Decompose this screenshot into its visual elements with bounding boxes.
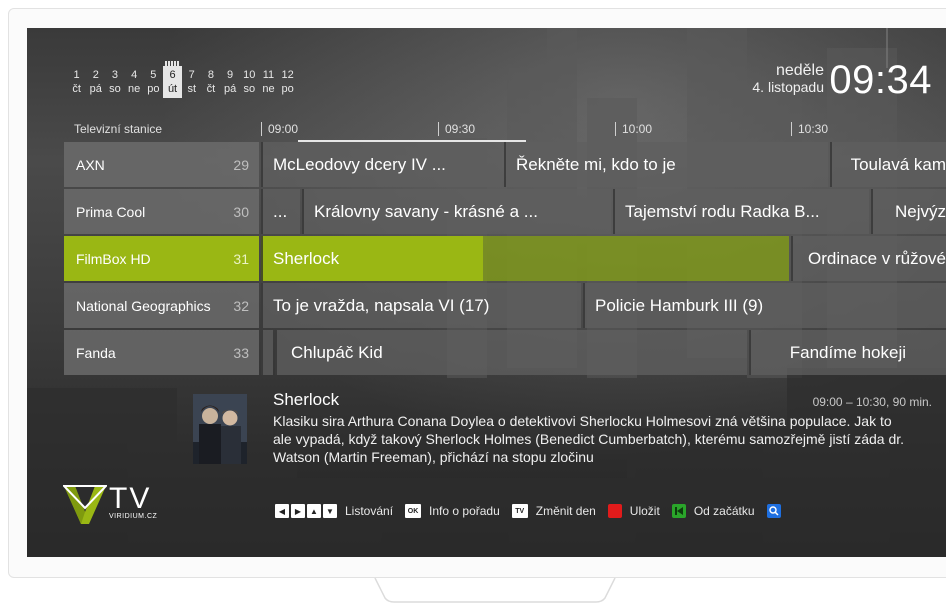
date-item[interactable]: 1 čt [67, 66, 86, 98]
date-item[interactable]: 8 čt [201, 66, 220, 98]
viridium-tv-logo: TV VIRIDIUM.CZ [63, 480, 173, 528]
blue-search-key-icon [766, 504, 781, 518]
legend-browse-label: Listování [345, 504, 394, 518]
program-cell[interactable]: ... [261, 189, 300, 234]
channel-number: 31 [233, 250, 249, 267]
channel-row: Prima Cool 30 ... Královny savany - krás… [64, 189, 946, 234]
date-item[interactable]: 10 so [240, 66, 259, 98]
channel-name: AXN [76, 156, 105, 173]
program-cell[interactable]: McLeodovy dcery IV ... [261, 142, 502, 187]
channel-axn[interactable]: AXN 29 [64, 142, 259, 187]
program-detail-description: Klasiku sira Arthura Conana Doylea o det… [273, 413, 905, 465]
channel-filmbox-hd[interactable]: FilmBox HD 31 [64, 236, 259, 281]
channel-row: National Geographics 32 To je vražda, na… [64, 283, 946, 328]
channel-name: Prima Cool [76, 203, 146, 220]
legend-info-label: Info o pořadu [429, 504, 500, 518]
program-cell[interactable]: Toulavá kam [830, 142, 946, 187]
date-item[interactable]: 3 so [105, 66, 124, 98]
program-cell[interactable]: Královny savany - krásné a ... [302, 189, 611, 234]
program-cell[interactable]: Řekněte mi, kdo to je [504, 142, 828, 187]
current-weekday: neděle [775, 62, 824, 79]
arrow-down-key-icon: ▼ [323, 504, 337, 518]
channel-row: Fanda 33 Chlupáč Kid Fandíme hokeji [64, 330, 946, 375]
arrow-left-key-icon: ◀ [275, 504, 289, 518]
program-cell[interactable]: To je vražda, napsala VI (17) [261, 283, 581, 328]
channel-number: 30 [233, 203, 249, 220]
legend-save-label: Uložit [629, 504, 660, 518]
date-item[interactable]: 4 ne [125, 66, 144, 98]
logo-subtext: VIRIDIUM.CZ [109, 513, 158, 520]
program-title: Sherlock [273, 249, 340, 268]
date-item[interactable]: 7st [182, 66, 201, 98]
program-detail-title: Sherlock [273, 390, 340, 409]
date-item[interactable]: 9 pá [221, 66, 240, 98]
program-cell[interactable]: Chlupáč Kid [275, 330, 747, 375]
program-cell[interactable]: Policie Hamburk III (9) [583, 283, 946, 328]
channel-name: Fanda [76, 344, 116, 361]
program-cell[interactable]: Ordinace v růžové [791, 236, 946, 281]
date-item[interactable]: 11 ne [259, 66, 278, 98]
date-selector: 1 čt 2 pá 3 so 4 ne 5 po 6 út 7st 8 čt 9 pá 10 so… [67, 61, 297, 98]
channel-name: FilmBox HD [76, 250, 151, 267]
program-cell[interactable] [261, 330, 273, 375]
program-cell-selected[interactable]: Sherlock [261, 236, 789, 281]
channel-row: AXN 29 McLeodovy dcery IV ... Řekněte mi… [64, 142, 946, 187]
time-mark: 09:30 [438, 122, 475, 136]
channel-row-selected: FilmBox HD 31 Sherlock Ordinace v růžové [64, 236, 946, 281]
date-item[interactable]: 12 po [278, 66, 297, 98]
current-date: neděle 4. listopadu [752, 62, 824, 96]
timeline-header: Televizní stanice 09:00 09:30 10:00 10:3… [64, 119, 946, 142]
logo-text: TV [109, 482, 152, 515]
channel-national-geographics[interactable]: National Geographics 32 [64, 283, 259, 328]
program-cell[interactable]: Fandíme hokeji [749, 330, 946, 375]
current-day-month: 4. listopadu [752, 79, 824, 95]
program-thumbnail [193, 394, 247, 464]
arrow-right-key-icon: ▶ [291, 504, 305, 518]
tv-screen: 1 čt 2 pá 3 so 4 ne 5 po 6 út 7st 8 čt 9 pá 10 so… [27, 28, 946, 557]
program-detail-time: 09:00 – 10:30, 90 min. [812, 395, 932, 409]
date-item[interactable]: 2 pá [86, 66, 105, 98]
channel-prima-cool[interactable]: Prima Cool 30 [64, 189, 259, 234]
channel-name: National Geographics [76, 297, 211, 314]
current-time: 09:34 [829, 58, 932, 102]
time-mark: 10:30 [791, 122, 828, 136]
time-mark: 10:00 [615, 122, 652, 136]
ok-key-icon: OK [405, 504, 422, 518]
date-item[interactable]: 5 po [144, 66, 163, 98]
epg-grid: AXN 29 McLeodovy dcery IV ... Řekněte mi… [64, 142, 946, 377]
channel-fanda[interactable]: Fanda 33 [64, 330, 259, 375]
channel-number: 29 [233, 156, 249, 173]
station-column-header: Televizní stanice [74, 122, 163, 136]
time-mark: 09:00 [261, 122, 298, 136]
green-key-icon [671, 504, 686, 518]
legend-change-day-label: Změnit den [535, 504, 596, 518]
program-cell[interactable]: Nejvýz [871, 189, 946, 234]
date-item-selected[interactable]: 6 út [162, 61, 183, 98]
arrow-up-key-icon: ▲ [307, 504, 321, 518]
program-cell[interactable]: Tajemství rodu Radka B... [613, 189, 869, 234]
key-legend: ◀ ▶ ▲ ▼ Listování OK Info o pořadu TV Zm… [275, 504, 783, 518]
channel-number: 33 [233, 344, 249, 361]
legend-from-start-label: Od začátku [693, 504, 755, 518]
red-key-icon [607, 504, 622, 518]
tv-stand [330, 578, 660, 608]
tv-key-icon: TV [511, 504, 528, 518]
channel-number: 32 [233, 297, 249, 314]
logo-v-icon [63, 485, 107, 524]
